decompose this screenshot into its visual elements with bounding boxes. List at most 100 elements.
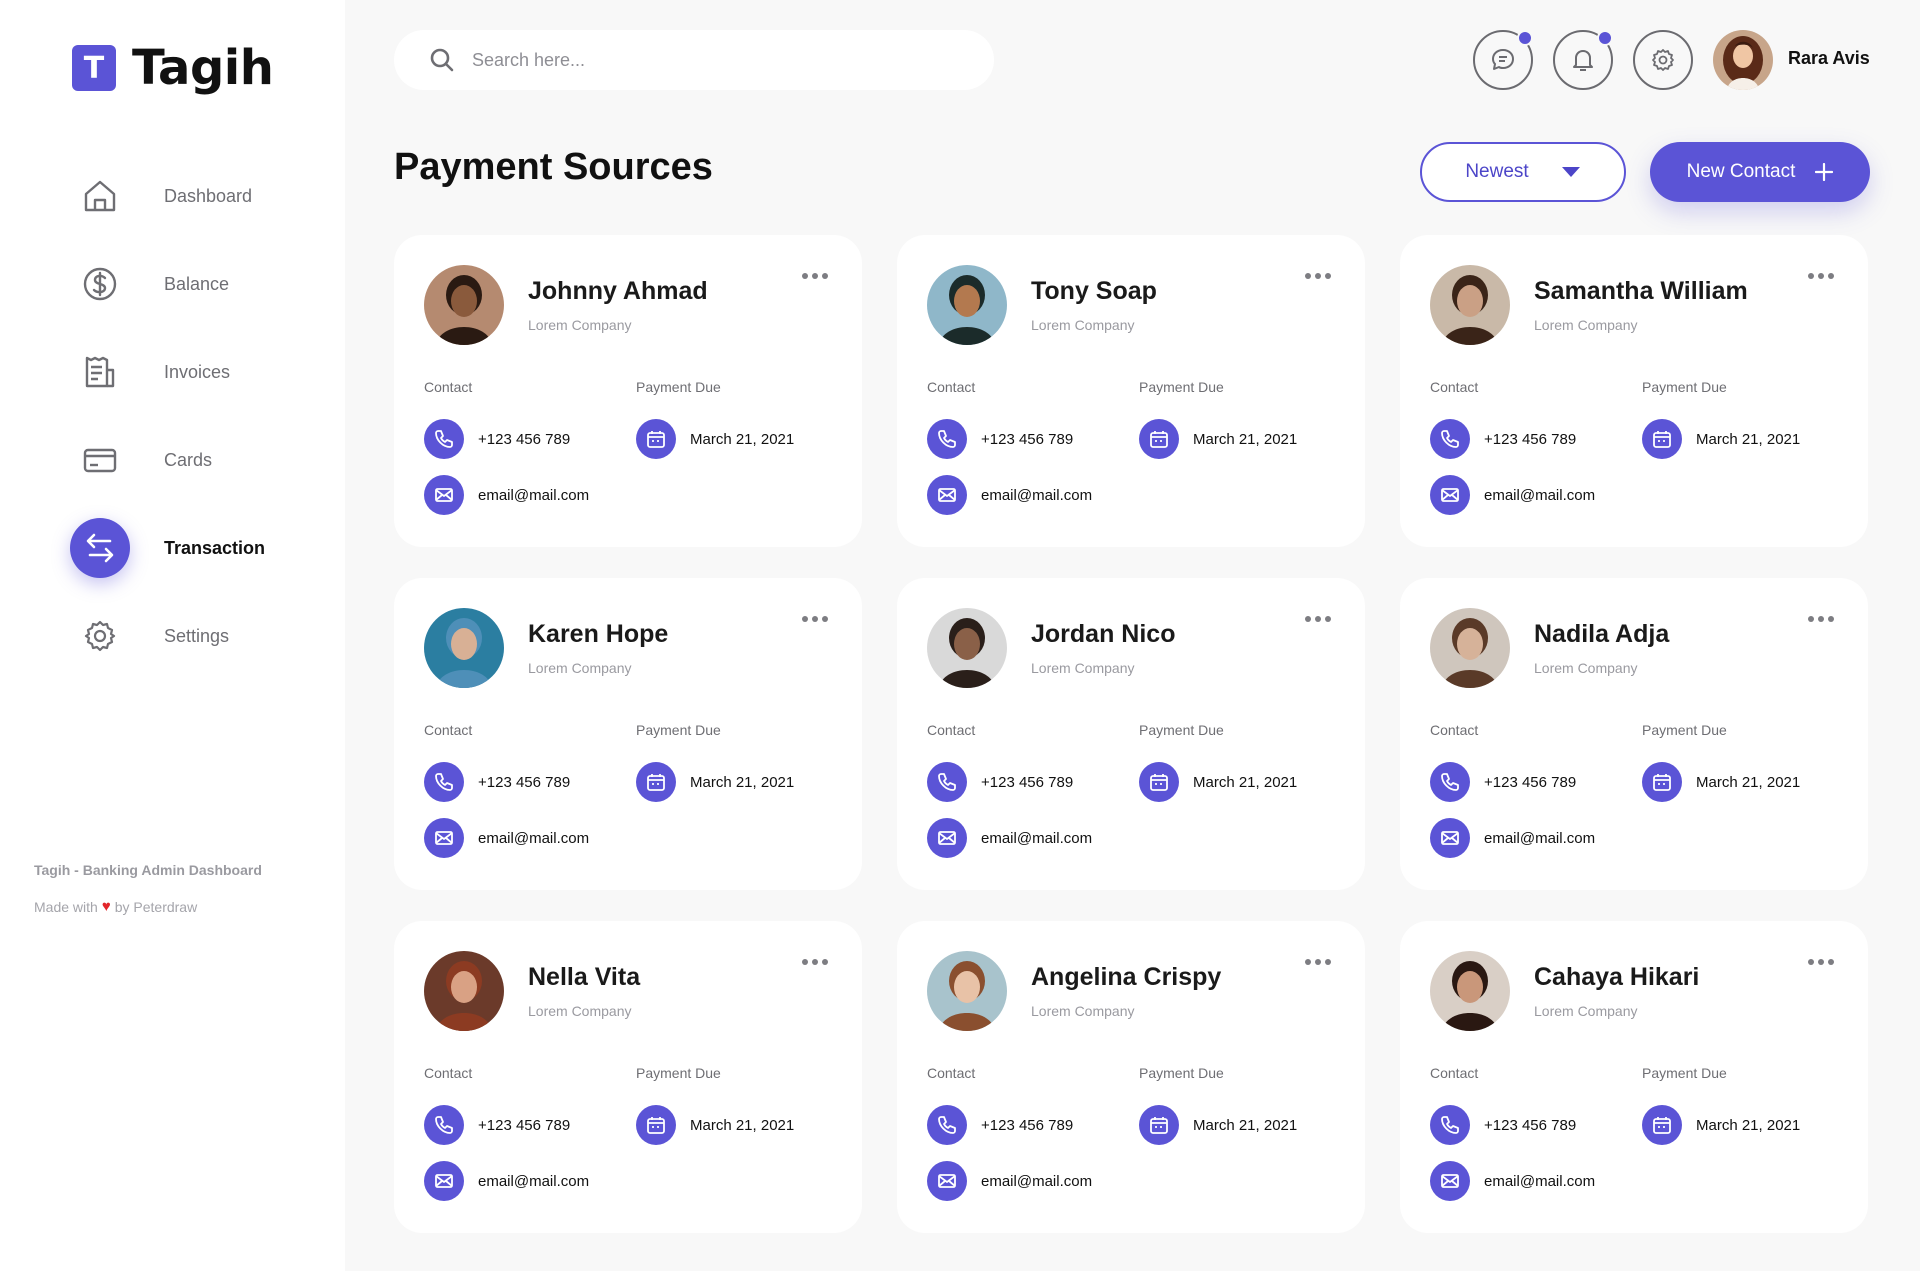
payment-due-date: March 21, 2021 — [636, 419, 794, 459]
contact-email[interactable]: email@mail.com — [1430, 1161, 1595, 1201]
sidebar-item-cards[interactable]: Cards — [70, 416, 320, 504]
more-options-icon[interactable] — [1808, 612, 1838, 626]
contact-avatar — [927, 265, 1007, 345]
calendar-icon — [1139, 419, 1179, 459]
contact-card[interactable]: Jordan Nico Lorem Company Contact Paymen… — [897, 578, 1365, 890]
payment-due-date: March 21, 2021 — [1642, 762, 1800, 802]
contact-card[interactable]: Tony Soap Lorem Company Contact Payment … — [897, 235, 1365, 547]
contact-email[interactable]: email@mail.com — [927, 475, 1092, 515]
phone-icon — [1430, 762, 1470, 802]
mail-icon — [1430, 1161, 1470, 1201]
sidebar-item-transaction[interactable]: Transaction — [70, 504, 320, 592]
contact-email[interactable]: email@mail.com — [424, 1161, 589, 1201]
contact-email[interactable]: email@mail.com — [1430, 475, 1595, 515]
contact-email[interactable]: email@mail.com — [424, 475, 589, 515]
new-contact-button[interactable]: New Contact — [1650, 142, 1870, 202]
contact-phone[interactable]: +123 456 789 — [424, 419, 570, 459]
calendar-icon — [1642, 762, 1682, 802]
payment-due-date: March 21, 2021 — [1139, 1105, 1297, 1145]
sidebar-item-balance[interactable]: Balance — [70, 240, 320, 328]
notifications-button[interactable] — [1553, 30, 1613, 90]
heart-icon: ♥ — [101, 898, 111, 915]
messages-button[interactable] — [1473, 30, 1533, 90]
contact-company: Lorem Company — [1534, 660, 1638, 676]
more-options-icon[interactable] — [1808, 955, 1838, 969]
contact-email[interactable]: email@mail.com — [424, 818, 589, 858]
payment-due-date: March 21, 2021 — [1642, 419, 1800, 459]
contact-avatar — [1430, 608, 1510, 688]
contact-avatar — [1430, 951, 1510, 1031]
logo[interactable]: T Tagih — [72, 40, 274, 96]
mail-icon — [424, 1161, 464, 1201]
contact-company: Lorem Company — [1031, 660, 1135, 676]
contact-phone[interactable]: +123 456 789 — [424, 1105, 570, 1145]
payment-due-date: March 21, 2021 — [1139, 419, 1297, 459]
gear-icon — [70, 606, 130, 666]
contact-phone-text: +123 456 789 — [478, 773, 571, 791]
contact-phone-text: +123 456 789 — [981, 430, 1074, 448]
notification-dot — [1597, 30, 1613, 46]
transfer-arrows-icon — [70, 518, 130, 578]
payment-due-label: Payment Due — [1139, 379, 1224, 395]
contact-email-text: email@mail.com — [1484, 829, 1596, 847]
contact-email-text: email@mail.com — [1484, 486, 1596, 504]
contact-phone-text: +123 456 789 — [1484, 430, 1577, 448]
sidebar-item-dashboard[interactable]: Dashboard — [70, 152, 320, 240]
contact-email[interactable]: email@mail.com — [927, 1161, 1092, 1201]
contact-card[interactable]: Nadila Adja Lorem Company Contact Paymen… — [1400, 578, 1868, 890]
contact-card[interactable]: Samantha William Lorem Company Contact P… — [1400, 235, 1868, 547]
more-options-icon[interactable] — [1305, 612, 1335, 626]
more-options-icon[interactable] — [1305, 955, 1335, 969]
new-contact-label: New Contact — [1686, 161, 1796, 182]
calendar-icon — [636, 762, 676, 802]
phone-icon — [927, 1105, 967, 1145]
phone-icon — [424, 762, 464, 802]
sidebar-item-settings[interactable]: Settings — [70, 592, 320, 680]
payment-due-date: March 21, 2021 — [1642, 1105, 1800, 1145]
phone-icon — [927, 419, 967, 459]
more-options-icon[interactable] — [1808, 269, 1838, 283]
payment-due-text: March 21, 2021 — [690, 1116, 795, 1134]
more-options-icon[interactable] — [1305, 269, 1335, 283]
contact-name: Johnny Ahmad — [528, 277, 708, 305]
contact-phone[interactable]: +123 456 789 — [1430, 762, 1576, 802]
contact-phone[interactable]: +123 456 789 — [1430, 1105, 1576, 1145]
more-options-icon[interactable] — [802, 269, 832, 283]
contact-phone[interactable]: +123 456 789 — [927, 762, 1073, 802]
more-options-icon[interactable] — [802, 955, 832, 969]
payment-due-date: March 21, 2021 — [1139, 762, 1297, 802]
contact-card[interactable]: Karen Hope Lorem Company Contact Payment… — [394, 578, 862, 890]
contact-label: Contact — [927, 722, 976, 738]
contact-card[interactable]: Angelina Crispy Lorem Company Contact Pa… — [897, 921, 1365, 1233]
search-bar[interactable] — [394, 30, 994, 90]
contact-company: Lorem Company — [528, 317, 632, 333]
sidebar-item-invoices[interactable]: Invoices — [70, 328, 320, 416]
calendar-icon — [636, 1105, 676, 1145]
contact-phone[interactable]: +123 456 789 — [424, 762, 570, 802]
contact-email[interactable]: email@mail.com — [1430, 818, 1595, 858]
contact-email[interactable]: email@mail.com — [927, 818, 1092, 858]
contact-name: Tony Soap — [1031, 277, 1157, 305]
contact-card[interactable]: Cahaya Hikari Lorem Company Contact Paym… — [1400, 921, 1868, 1233]
contact-card[interactable]: Nella Vita Lorem Company Contact Payment… — [394, 921, 862, 1233]
more-options-icon[interactable] — [802, 612, 832, 626]
payment-due-text: March 21, 2021 — [1696, 773, 1801, 791]
user-avatar[interactable] — [1713, 30, 1773, 90]
contact-company: Lorem Company — [1534, 317, 1638, 333]
contact-name: Karen Hope — [528, 620, 669, 648]
contact-phone[interactable]: +123 456 789 — [927, 419, 1073, 459]
contact-phone[interactable]: +123 456 789 — [927, 1105, 1073, 1145]
contact-name: Jordan Nico — [1031, 620, 1176, 648]
contact-phone[interactable]: +123 456 789 — [1430, 419, 1576, 459]
settings-button[interactable] — [1633, 30, 1693, 90]
payment-due-label: Payment Due — [1139, 722, 1224, 738]
home-icon — [70, 166, 130, 226]
payment-due-text: March 21, 2021 — [1696, 430, 1801, 448]
payment-due-label: Payment Due — [1642, 722, 1727, 738]
payment-due-text: March 21, 2021 — [690, 773, 795, 791]
contact-card[interactable]: Johnny Ahmad Lorem Company Contact Payme… — [394, 235, 862, 547]
search-input[interactable] — [472, 49, 932, 71]
calendar-icon — [1642, 419, 1682, 459]
sort-dropdown[interactable]: Newest — [1420, 142, 1626, 202]
contact-label: Contact — [1430, 722, 1479, 738]
